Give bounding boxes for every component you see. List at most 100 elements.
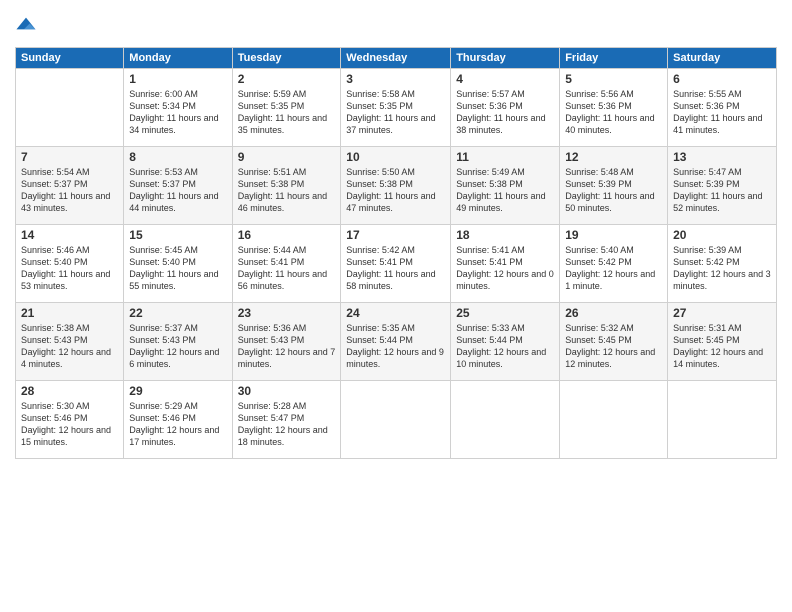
day-number: 19 [565,228,662,242]
calendar-page: SundayMondayTuesdayWednesdayThursdayFrid… [0,0,792,612]
calendar-cell: 17 Sunrise: 5:42 AMSunset: 5:41 PMDayligh… [341,225,451,303]
calendar-cell: 10 Sunrise: 5:50 AMSunset: 5:38 PMDayligh… [341,147,451,225]
calendar-cell: 14 Sunrise: 5:46 AMSunset: 5:40 PMDayligh… [16,225,124,303]
calendar-cell: 5 Sunrise: 5:56 AMSunset: 5:36 PMDaylight… [560,69,668,147]
day-info: Sunrise: 5:31 AMSunset: 5:45 PMDaylight:… [673,322,771,371]
day-number: 30 [238,384,336,398]
day-info: Sunrise: 5:37 AMSunset: 5:43 PMDaylight:… [129,322,226,371]
calendar-cell: 9 Sunrise: 5:51 AMSunset: 5:38 PMDaylight… [232,147,341,225]
day-info: Sunrise: 5:47 AMSunset: 5:39 PMDaylight:… [673,166,771,215]
day-number: 27 [673,306,771,320]
day-info: Sunrise: 5:45 AMSunset: 5:40 PMDaylight:… [129,244,226,293]
calendar-cell: 2 Sunrise: 5:59 AMSunset: 5:35 PMDaylight… [232,69,341,147]
day-header-saturday: Saturday [668,48,777,69]
header [15,10,777,39]
day-number: 12 [565,150,662,164]
day-number: 2 [238,72,336,86]
day-number: 29 [129,384,226,398]
day-header-thursday: Thursday [451,48,560,69]
calendar-cell: 13 Sunrise: 5:47 AMSunset: 5:39 PMDayligh… [668,147,777,225]
calendar-cell [451,381,560,459]
day-info: Sunrise: 5:44 AMSunset: 5:41 PMDaylight:… [238,244,336,293]
day-number: 17 [346,228,445,242]
day-number: 5 [565,72,662,86]
calendar-cell: 25 Sunrise: 5:33 AMSunset: 5:44 PMDayligh… [451,303,560,381]
day-info: Sunrise: 5:50 AMSunset: 5:38 PMDaylight:… [346,166,445,215]
day-info: Sunrise: 5:33 AMSunset: 5:44 PMDaylight:… [456,322,554,371]
calendar-cell: 16Sunrise: 5:44 AMSunset: 5:41 PMDayligh… [232,225,341,303]
day-info: Sunrise: 5:42 AMSunset: 5:41 PMDaylight:… [346,244,445,293]
day-number: 20 [673,228,771,242]
day-number: 14 [21,228,118,242]
day-header-sunday: Sunday [16,48,124,69]
calendar-cell: 7Sunrise: 5:54 AMSunset: 5:37 PMDaylight… [16,147,124,225]
day-header-friday: Friday [560,48,668,69]
calendar-cell: 6 Sunrise: 5:55 AMSunset: 5:36 PMDaylight… [668,69,777,147]
day-header-tuesday: Tuesday [232,48,341,69]
calendar-cell [560,381,668,459]
calendar-cell: 29 Sunrise: 5:29 AMSunset: 5:46 PMDayligh… [124,381,232,459]
day-number: 10 [346,150,445,164]
day-info: Sunrise: 5:57 AMSunset: 5:36 PMDaylight:… [456,88,554,137]
calendar-cell [341,381,451,459]
calendar-cell: 12 Sunrise: 5:48 AMSunset: 5:39 PMDayligh… [560,147,668,225]
day-info: Sunrise: 5:51 AMSunset: 5:38 PMDaylight:… [238,166,336,215]
day-info: Sunrise: 6:00 AMSunset: 5:34 PMDaylight:… [129,88,226,137]
calendar-cell: 3Sunrise: 5:58 AMSunset: 5:35 PMDaylight… [341,69,451,147]
calendar-cell: 11 Sunrise: 5:49 AMSunset: 5:38 PMDayligh… [451,147,560,225]
day-info: Sunrise: 5:32 AMSunset: 5:45 PMDaylight:… [565,322,662,371]
day-info: Sunrise: 5:41 AMSunset: 5:41 PMDaylight:… [456,244,554,293]
calendar-cell: 26 Sunrise: 5:32 AMSunset: 5:45 PMDayligh… [560,303,668,381]
logo-icon [15,16,37,34]
calendar-cell [668,381,777,459]
day-info: Sunrise: 5:58 AMSunset: 5:35 PMDaylight:… [346,88,445,137]
day-number: 18 [456,228,554,242]
day-info: Sunrise: 5:55 AMSunset: 5:36 PMDaylight:… [673,88,771,137]
day-info: Sunrise: 5:29 AMSunset: 5:46 PMDaylight:… [129,400,226,449]
calendar-cell: 21Sunrise: 5:38 AMSunset: 5:43 PMDayligh… [16,303,124,381]
day-number: 1 [129,72,226,86]
calendar-cell: 30 Sunrise: 5:28 AMSunset: 5:47 PMDayligh… [232,381,341,459]
day-header-monday: Monday [124,48,232,69]
calendar-cell [16,69,124,147]
day-info: Sunrise: 5:39 AMSunset: 5:42 PMDaylight:… [673,244,771,293]
day-number: 28 [21,384,118,398]
calendar-cell: 23 Sunrise: 5:36 AMSunset: 5:43 PMDayligh… [232,303,341,381]
calendar-cell: 28Sunrise: 5:30 AMSunset: 5:46 PMDayligh… [16,381,124,459]
calendar-cell: 20 Sunrise: 5:39 AMSunset: 5:42 PMDayligh… [668,225,777,303]
day-number: 26 [565,306,662,320]
day-number: 23 [238,306,336,320]
day-number: 25 [456,306,554,320]
day-number: 24 [346,306,445,320]
day-header-wednesday: Wednesday [341,48,451,69]
day-info: Sunrise: 5:49 AMSunset: 5:38 PMDaylight:… [456,166,554,215]
day-number: 11 [456,150,554,164]
day-number: 8 [129,150,226,164]
calendar-cell: 15 Sunrise: 5:45 AMSunset: 5:40 PMDayligh… [124,225,232,303]
day-number: 13 [673,150,771,164]
day-info: Sunrise: 5:28 AMSunset: 5:47 PMDaylight:… [238,400,336,449]
day-info: Sunrise: 5:53 AMSunset: 5:37 PMDaylight:… [129,166,226,215]
calendar-cell: 18 Sunrise: 5:41 AMSunset: 5:41 PMDayligh… [451,225,560,303]
day-info: Sunrise: 5:54 AMSunset: 5:37 PMDaylight:… [21,166,118,215]
day-number: 4 [456,72,554,86]
day-info: Sunrise: 5:59 AMSunset: 5:35 PMDaylight:… [238,88,336,137]
day-info: Sunrise: 5:56 AMSunset: 5:36 PMDaylight:… [565,88,662,137]
calendar-cell: 8 Sunrise: 5:53 AMSunset: 5:37 PMDaylight… [124,147,232,225]
calendar-cell: 24 Sunrise: 5:35 AMSunset: 5:44 PMDayligh… [341,303,451,381]
day-info: Sunrise: 5:48 AMSunset: 5:39 PMDaylight:… [565,166,662,215]
day-number: 9 [238,150,336,164]
day-info: Sunrise: 5:46 AMSunset: 5:40 PMDaylight:… [21,244,118,293]
calendar-cell: 1 Sunrise: 6:00 AMSunset: 5:34 PMDaylight… [124,69,232,147]
day-number: 6 [673,72,771,86]
calendar-cell: 27 Sunrise: 5:31 AMSunset: 5:45 PMDayligh… [668,303,777,381]
day-info: Sunrise: 5:40 AMSunset: 5:42 PMDaylight:… [565,244,662,293]
logo [15,14,39,39]
calendar-cell: 19 Sunrise: 5:40 AMSunset: 5:42 PMDayligh… [560,225,668,303]
day-number: 15 [129,228,226,242]
day-info: Sunrise: 5:36 AMSunset: 5:43 PMDaylight:… [238,322,336,371]
calendar-cell: 4 Sunrise: 5:57 AMSunset: 5:36 PMDaylight… [451,69,560,147]
day-number: 22 [129,306,226,320]
day-info: Sunrise: 5:38 AMSunset: 5:43 PMDaylight:… [21,322,118,371]
day-info: Sunrise: 5:35 AMSunset: 5:44 PMDaylight:… [346,322,445,371]
